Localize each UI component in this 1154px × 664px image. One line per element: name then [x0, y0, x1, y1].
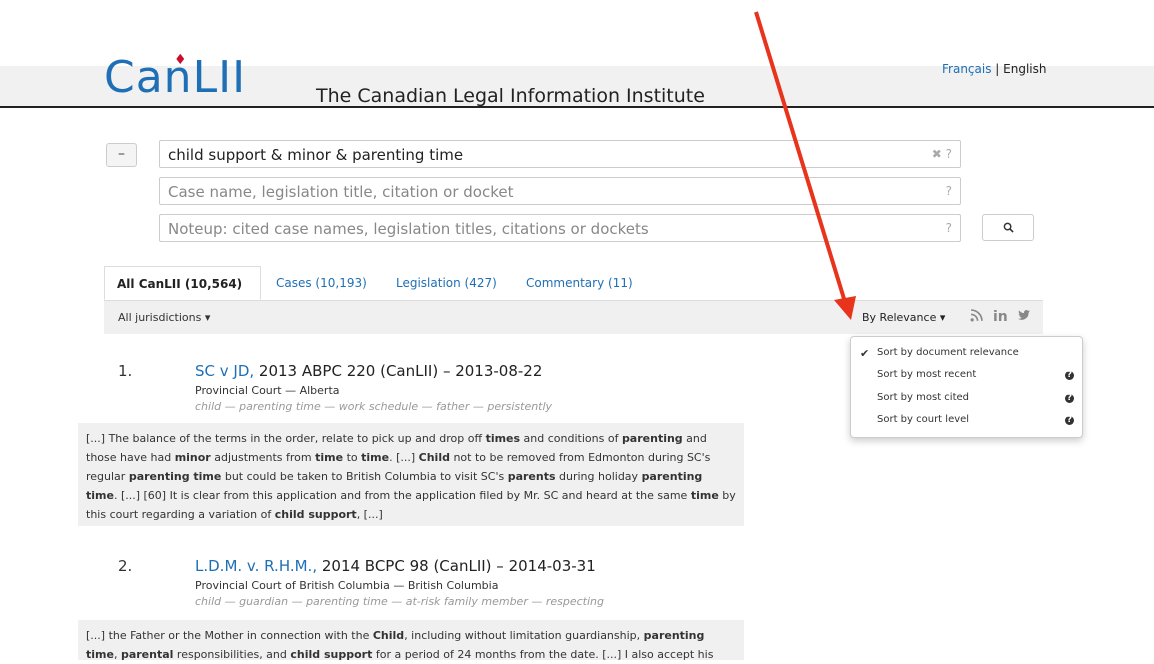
sort-court-level-option[interactable]: Sort by court level [877, 414, 969, 425]
result-citation: 2013 ABPC 220 (CanLII) – 2013-08-22 [254, 362, 543, 380]
noteup-placeholder: Noteup: cited case names, legislation ti… [168, 220, 649, 238]
result-number: 2. [118, 557, 133, 575]
site-tagline: The Canadian Legal Information Institute [316, 85, 705, 107]
case-name-placeholder: Case name, legislation title, citation o… [168, 183, 514, 201]
sort-recent-option[interactable]: Sort by most recent [877, 369, 976, 380]
sort-dropdown[interactable]: By Relevance ▾ [862, 311, 945, 324]
result-snippet: [...] The balance of the terms in the or… [78, 423, 744, 526]
tab-commentary[interactable]: Commentary (11) [514, 266, 645, 300]
result-court: Provincial Court of British Columbia — B… [195, 579, 499, 592]
canlii-logo[interactable]: CanLII ♦ [104, 52, 246, 103]
sort-relevance-option[interactable]: Sort by document relevance [877, 347, 1019, 358]
case-help-icon[interactable]: ? [946, 184, 952, 198]
twitter-icon[interactable] [1018, 309, 1031, 325]
result-snippet: [...] the Father or the Mother in connec… [78, 620, 744, 661]
result-citation: 2014 BCPC 98 (CanLII) – 2014-03-31 [317, 557, 596, 575]
noteup-help-icon[interactable]: ? [946, 221, 952, 235]
help-icon[interactable]: ? [1065, 371, 1074, 380]
result-case-link[interactable]: L.D.M. v. R.H.M., [195, 557, 317, 575]
tab-all-canlii[interactable]: All CanLII (10,564) [104, 266, 261, 300]
rss-icon[interactable] [970, 309, 983, 326]
result-number: 1. [118, 362, 133, 380]
sort-menu: ✔ Sort by document relevance Sort by mos… [850, 336, 1083, 438]
result-case-link[interactable]: SC v JD, [195, 362, 254, 380]
filter-bar: All jurisdictions ▾ By Relevance ▾ in [104, 301, 1043, 334]
query-input[interactable]: child support & minor & parenting time ✖… [159, 140, 961, 168]
lang-separator: | [995, 62, 1000, 76]
help-icon[interactable]: ? [1065, 394, 1074, 403]
result-tabs: All CanLII (10,564) Cases (10,193) Legis… [104, 266, 1043, 301]
noteup-input[interactable]: Noteup: cited case names, legislation ti… [159, 214, 961, 242]
case-name-input[interactable]: Case name, legislation title, citation o… [159, 177, 961, 205]
result-title: L.D.M. v. R.H.M., 2014 BCPC 98 (CanLII) … [195, 557, 596, 575]
result-keywords: child — guardian — parenting time — at-r… [195, 595, 604, 608]
search-button[interactable] [982, 214, 1034, 241]
jurisdictions-dropdown[interactable]: All jurisdictions ▾ [118, 311, 210, 324]
tab-cases[interactable]: Cases (10,193) [264, 266, 379, 300]
lang-french-link[interactable]: Français [942, 62, 991, 76]
sort-cited-option[interactable]: Sort by most cited [877, 392, 969, 403]
result-keywords: child — parenting time — work schedule —… [195, 400, 553, 413]
checkmark-icon: ✔ [860, 347, 870, 360]
tab-legislation[interactable]: Legislation (427) [384, 266, 509, 300]
collapse-search-button[interactable]: – [106, 143, 137, 167]
result-court: Provincial Court — Alberta [195, 384, 340, 397]
clear-help-icons[interactable]: ✖ ? [932, 147, 952, 161]
search-icon [1003, 222, 1014, 233]
language-switcher: Français | English [942, 62, 1047, 76]
query-text: child support & minor & parenting time [168, 146, 464, 164]
linkedin-icon[interactable]: in [993, 309, 1008, 325]
lang-english-label[interactable]: English [1003, 62, 1046, 76]
help-icon[interactable]: ? [1065, 416, 1074, 425]
result-title: SC v JD, 2013 ABPC 220 (CanLII) – 2013-0… [195, 362, 542, 380]
maple-leaf-icon: ♦ [174, 52, 188, 68]
